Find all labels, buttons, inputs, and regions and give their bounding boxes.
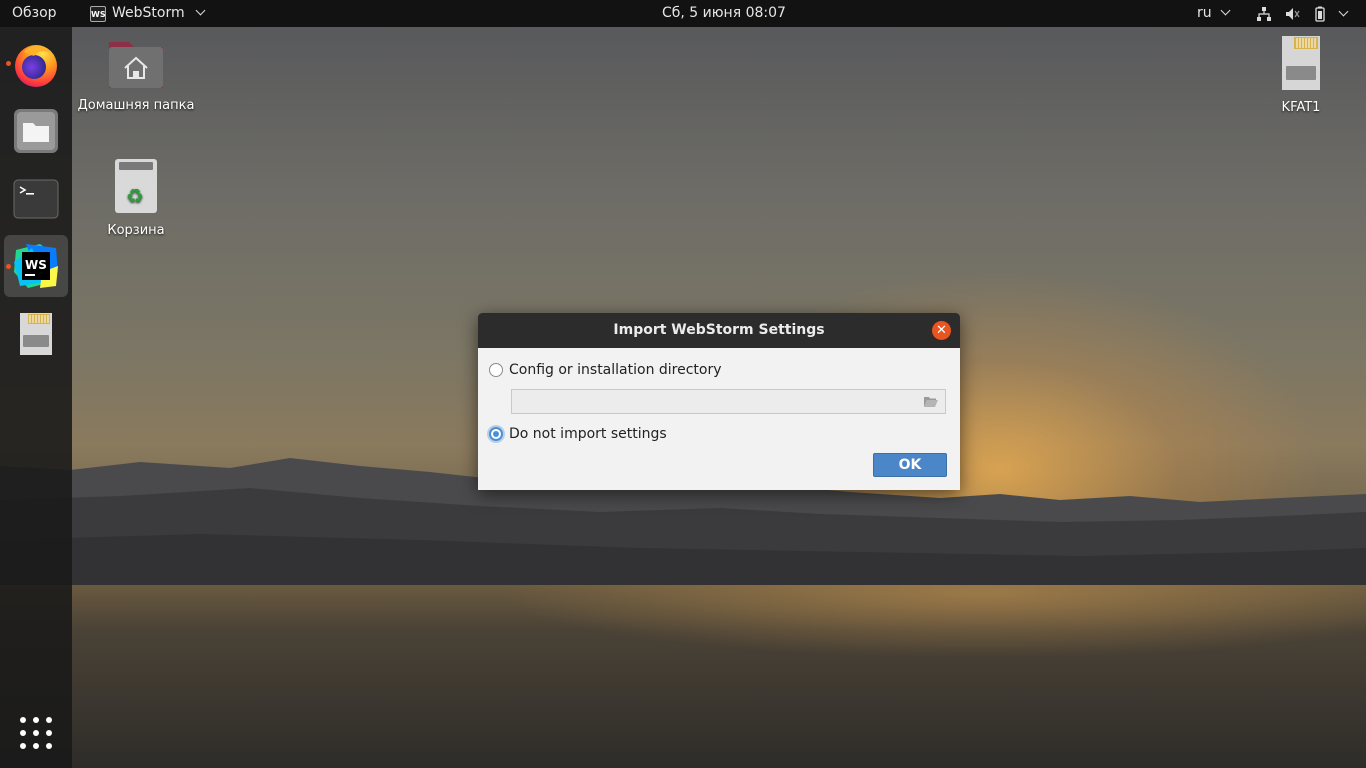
dock-item-files[interactable] [4,100,68,162]
activities-button[interactable]: Обзор [12,0,57,27]
dock-item-firefox[interactable] [4,33,68,95]
app-menu-button[interactable]: WS WebStorm [90,0,206,27]
sd-card-icon [20,313,52,355]
firefox-icon [15,45,57,87]
desktop-icon-trash[interactable]: ♻ Корзина [71,157,201,238]
app-menu-label: WebStorm [112,5,185,21]
sd-card-icon [1282,36,1320,90]
svg-text:WS: WS [25,258,47,272]
webstorm-icon: WS [14,244,58,288]
radio-do-not-import[interactable] [489,427,503,441]
home-folder-icon [109,42,163,88]
dialog-title: Import WebStorm Settings [613,322,825,338]
desktop-icon-drive[interactable]: KFAT1 [1236,34,1366,115]
option-do-not-import[interactable]: Do not import settings [489,426,667,442]
dock-item-sd-card[interactable] [4,303,68,365]
chevron-down-icon [1338,6,1349,17]
dock-item-terminal[interactable] [4,167,68,229]
radio-config-directory[interactable] [489,363,503,377]
option-config-directory[interactable]: Config or installation directory [489,362,722,378]
webstorm-icon: WS [90,5,106,22]
volume-muted-icon [1286,7,1300,20]
option-config-label: Config or installation directory [509,362,722,378]
import-settings-dialog: Import WebStorm Settings ✕ Config or ins… [478,313,960,490]
close-icon: ✕ [936,323,947,338]
battery-icon [1315,6,1325,22]
ok-button[interactable]: OK [873,453,947,477]
desktop-icon-label: Домашняя папка [77,98,195,113]
svg-text:♻: ♻ [126,184,144,208]
option-none-label: Do not import settings [509,426,667,442]
close-button[interactable]: ✕ [932,321,951,340]
system-tray[interactable] [1256,0,1349,27]
language-label: ru [1197,5,1212,21]
desktop-icon-home[interactable]: Домашняя папка [71,36,201,113]
terminal-icon [13,179,59,219]
dock: WS [0,27,72,768]
chevron-down-icon [1220,5,1231,16]
trash-icon: ♻ [115,159,157,213]
files-icon [14,109,58,153]
clock[interactable]: Сб, 5 июня 08:07 [662,0,786,27]
desktop-icon-label: KFAT1 [1281,100,1321,115]
chevron-down-icon [195,5,206,16]
running-indicator [6,61,11,66]
top-bar: Обзор WS WebStorm Сб, 5 июня 08:07 ru [0,0,1366,27]
config-path-input[interactable] [511,389,946,414]
folder-open-icon[interactable] [923,395,939,408]
apps-grid-icon[interactable] [20,717,54,751]
dock-item-webstorm[interactable]: WS [4,235,68,297]
language-selector[interactable]: ru [1197,0,1231,27]
running-indicator [6,264,11,269]
dialog-titlebar[interactable]: Import WebStorm Settings ✕ [478,313,960,348]
desktop-icon-label: Корзина [107,223,165,238]
network-icon [1257,6,1271,21]
